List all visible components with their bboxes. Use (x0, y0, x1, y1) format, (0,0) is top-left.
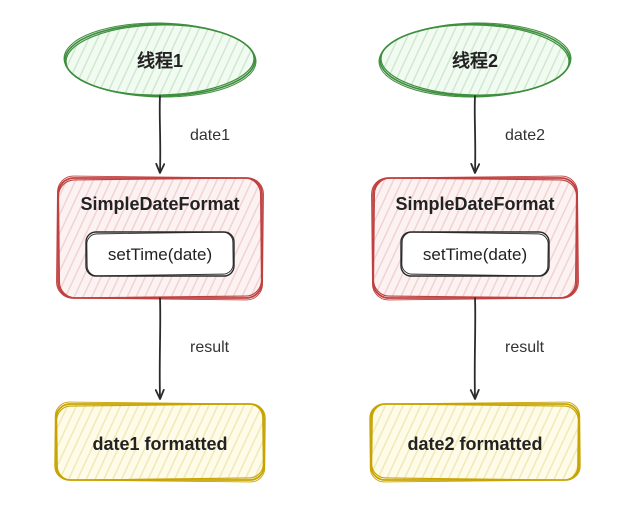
sdf-right-method-box: setTime(date) (401, 232, 549, 276)
arrow-thread1-to-sdf: date1 (160, 96, 230, 172)
arrow2-right-label: result (505, 339, 545, 356)
sdf-right-method: setTime(date) (423, 245, 527, 264)
sdf-right-title: SimpleDateFormat (395, 194, 554, 214)
sdf-left-method: setTime(date) (108, 245, 212, 264)
sdf-left-node: SimpleDateFormat setTime(date) (56, 176, 263, 300)
thread2-label: 线程2 (452, 50, 498, 71)
output-right-node: date2 formatted (370, 402, 581, 482)
output-right-label: date2 formatted (407, 434, 542, 454)
sdf-left-method-box: setTime(date) (86, 232, 234, 276)
thread1-label: 线程1 (137, 50, 183, 71)
arrow1-right-label: date2 (505, 127, 545, 144)
arrow-sdf-to-output-left: result (160, 298, 230, 398)
arrow2-left-label: result (190, 339, 230, 356)
arrow-thread2-to-sdf: date2 (475, 96, 545, 172)
arrow1-left-label: date1 (190, 127, 230, 144)
output-left-node: date1 formatted (55, 402, 266, 482)
diagram-canvas: 线程1 date1 SimpleDateFormat setTime(date)… (0, 0, 640, 523)
sdf-right-node: SimpleDateFormat setTime(date) (371, 176, 578, 300)
thread2-node: 线程2 (378, 21, 571, 98)
sdf-left-title: SimpleDateFormat (80, 194, 239, 214)
thread1-node: 线程1 (63, 21, 256, 98)
arrow-sdf-to-output-right: result (475, 298, 545, 398)
output-left-label: date1 formatted (92, 434, 227, 454)
